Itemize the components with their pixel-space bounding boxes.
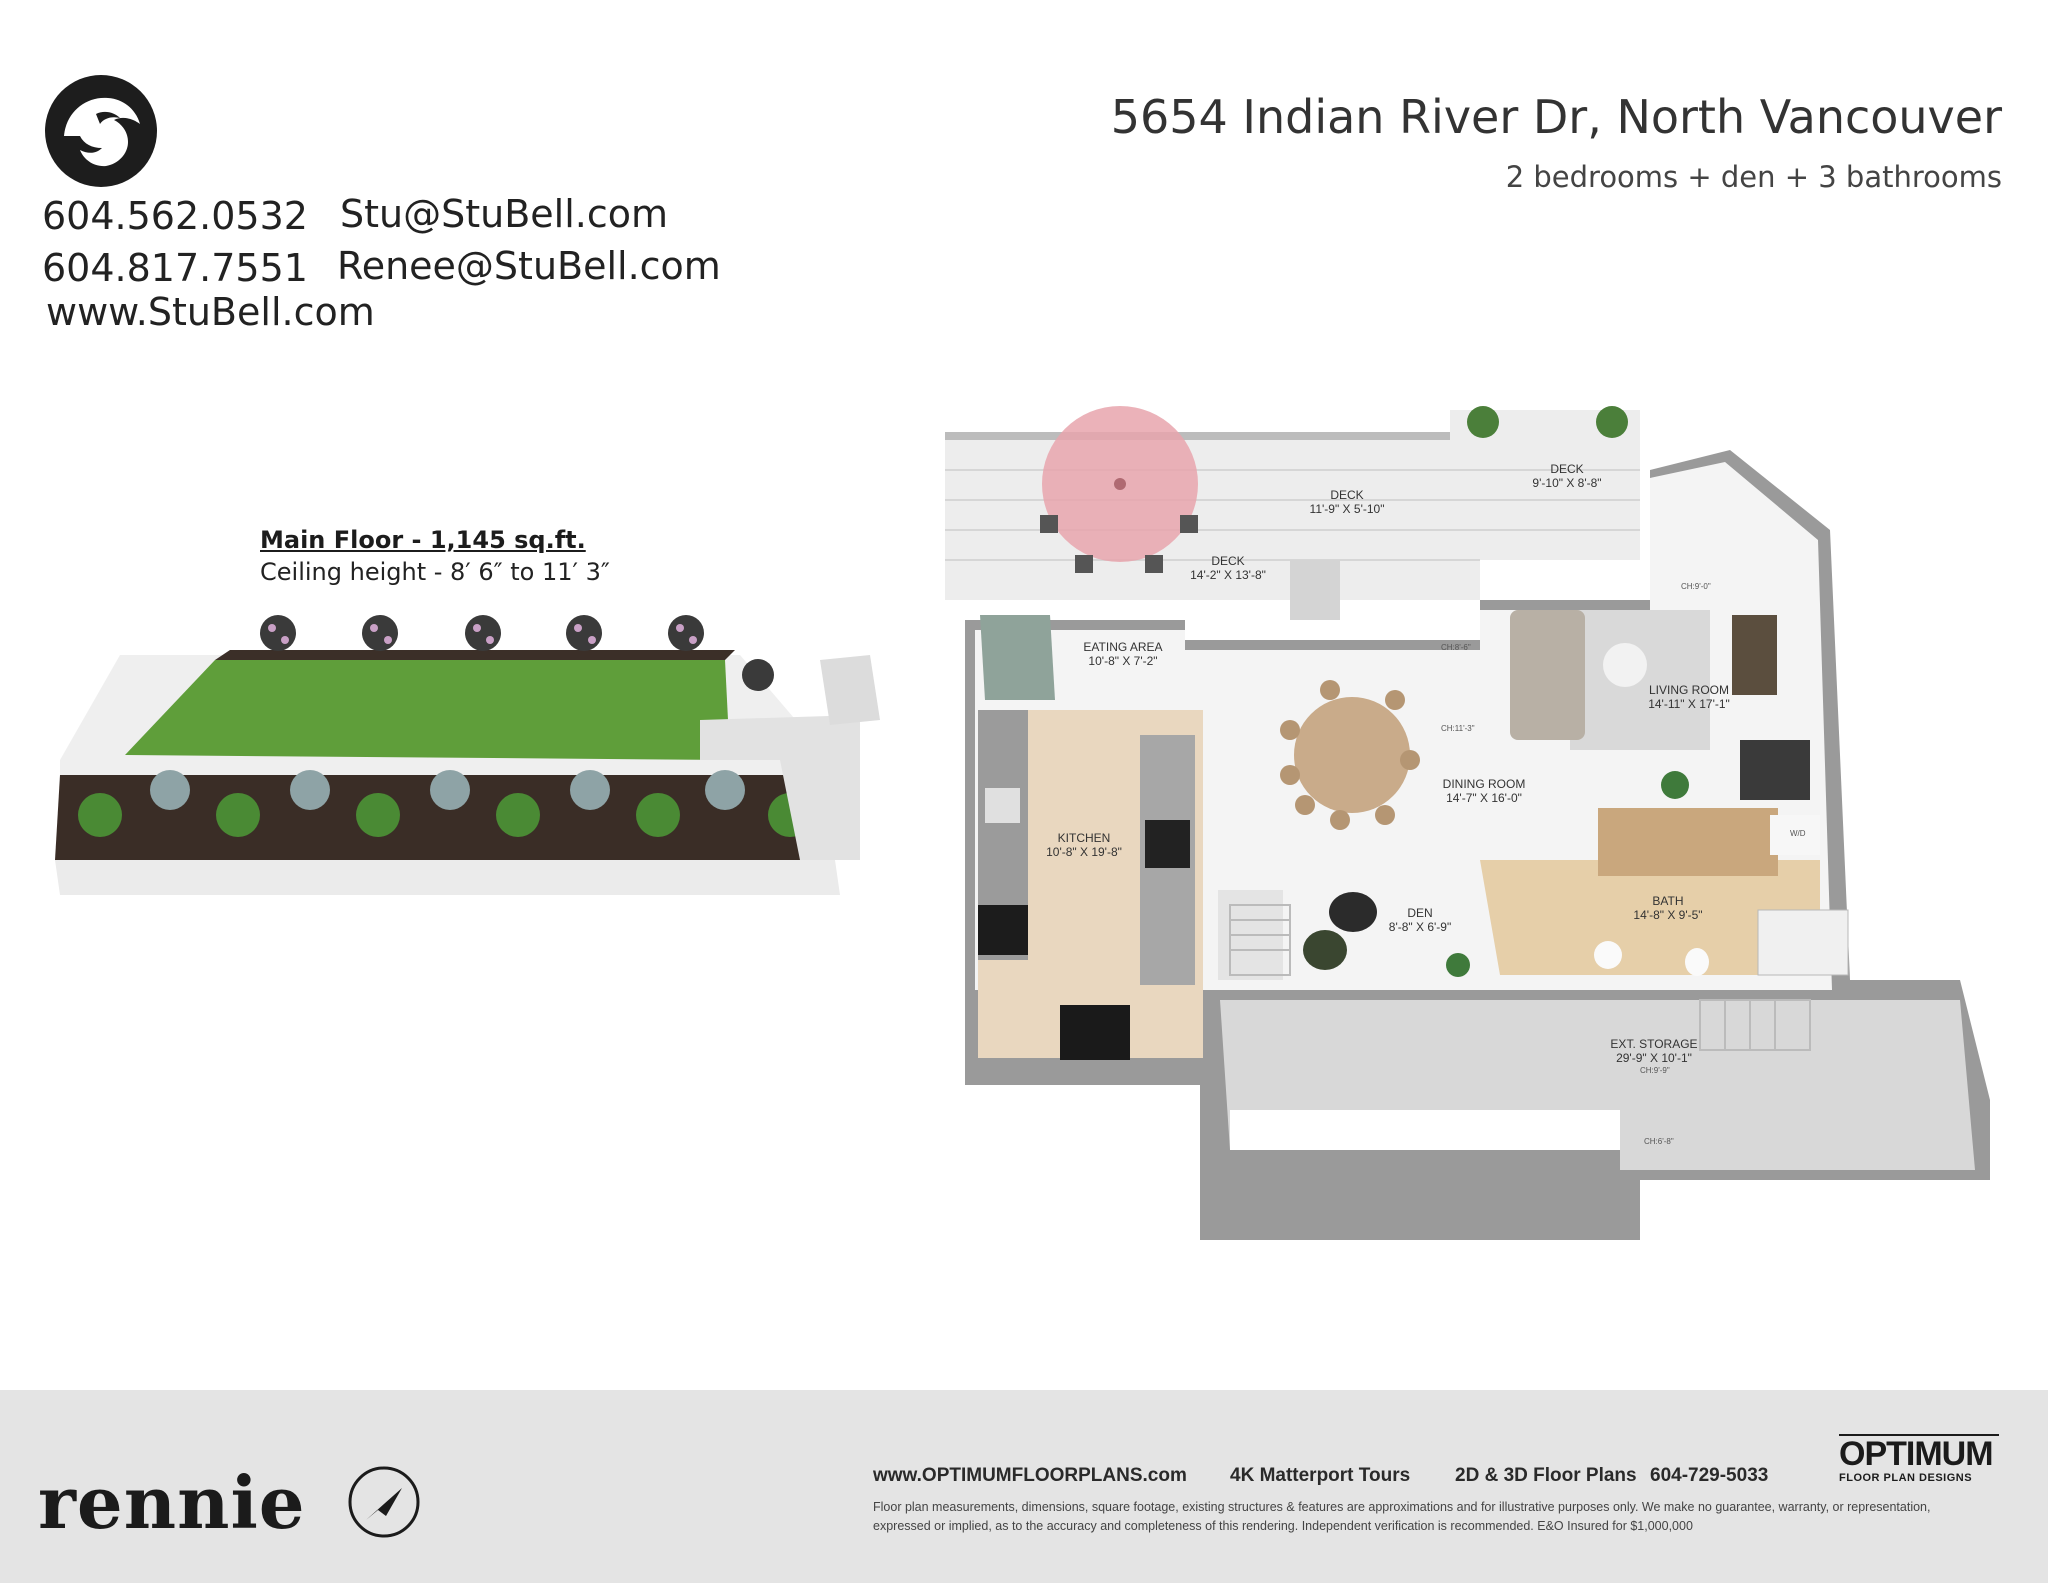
ceiling-mark-living: CH:9'-0" bbox=[1681, 582, 1711, 591]
room-label-dining-room: DINING ROOM 14'-7" X 16'-0" bbox=[1442, 777, 1526, 805]
email-renee[interactable]: Renee@StuBell.com bbox=[337, 244, 721, 288]
room-label-den: DEN 8'-8" X 6'-9" bbox=[1388, 906, 1452, 934]
room-label-eating-area: EATING AREA 10'-8" X 7'-2" bbox=[1083, 640, 1163, 668]
brand-rennie: rennie bbox=[38, 1460, 306, 1545]
lion-head-icon bbox=[45, 75, 157, 187]
property-address: 5654 Indian River Dr, North Vancouver bbox=[1110, 90, 2002, 144]
room-label-living-room: LIVING ROOM 14'-11" X 17'-1" bbox=[1648, 683, 1730, 711]
north-arrow-icon bbox=[348, 1466, 420, 1538]
phone-renee[interactable]: 604.817.7551 bbox=[42, 246, 308, 290]
floor-plan bbox=[55, 406, 1990, 1240]
footer-plans: 2D & 3D Floor Plans bbox=[1455, 1465, 1637, 1486]
garden-area bbox=[55, 615, 880, 895]
deck-area bbox=[945, 406, 1640, 620]
room-label-deck-upper-right: DECK 9'-10" X 8'-8" bbox=[1532, 462, 1602, 490]
footer-disclaimer: Floor plan measurements, dimensions, squ… bbox=[873, 1500, 1931, 1533]
room-label-deck-upper-left: DECK 11'-9" X 5'-10" bbox=[1309, 488, 1385, 516]
phone-stu[interactable]: 604.562.0532 bbox=[42, 194, 308, 238]
footer-phone[interactable]: 604-729-5033 bbox=[1650, 1465, 1768, 1487]
room-label-ext-storage: EXT. STORAGE 29'-9" X 10'-1" bbox=[1610, 1037, 1698, 1065]
ceiling-mark-dining-mid: CH:11'-3" bbox=[1441, 724, 1475, 733]
footer-website-link[interactable]: www.OPTIMUMFLOORPLANS.com bbox=[873, 1465, 1187, 1487]
washer-dryer-label: W/D bbox=[1790, 829, 1806, 838]
optimum-logo: OPTIMUM FLOOR PLAN DESIGNS bbox=[1839, 1434, 1999, 1490]
ceiling-mark-storage-low: CH:6'-8" bbox=[1644, 1137, 1674, 1146]
email-stu[interactable]: Stu@StuBell.com bbox=[340, 192, 668, 236]
optimum-logo-text: OPTIMUM bbox=[1839, 1434, 1999, 1472]
room-label-deck-lower: DECK 14'-2" X 13'-8" bbox=[1190, 554, 1266, 582]
room-label-bath: BATH 14'-8" X 9'-5" bbox=[1633, 894, 1703, 922]
room-label-kitchen: KITCHEN 10'-8" X 19'-8" bbox=[1046, 831, 1122, 859]
website-link[interactable]: www.StuBell.com bbox=[46, 290, 375, 334]
ceiling-mark-storage: CH:9'-9" bbox=[1640, 1066, 1670, 1075]
property-summary: 2 bedrooms + den + 3 bathrooms bbox=[1505, 160, 2002, 194]
footer-tours: 4K Matterport Tours bbox=[1230, 1465, 1411, 1486]
optimum-logo-sub: FLOOR PLAN DESIGNS bbox=[1839, 1472, 1973, 1484]
ceiling-mark-dining-top: CH:8'-6" bbox=[1441, 643, 1471, 652]
